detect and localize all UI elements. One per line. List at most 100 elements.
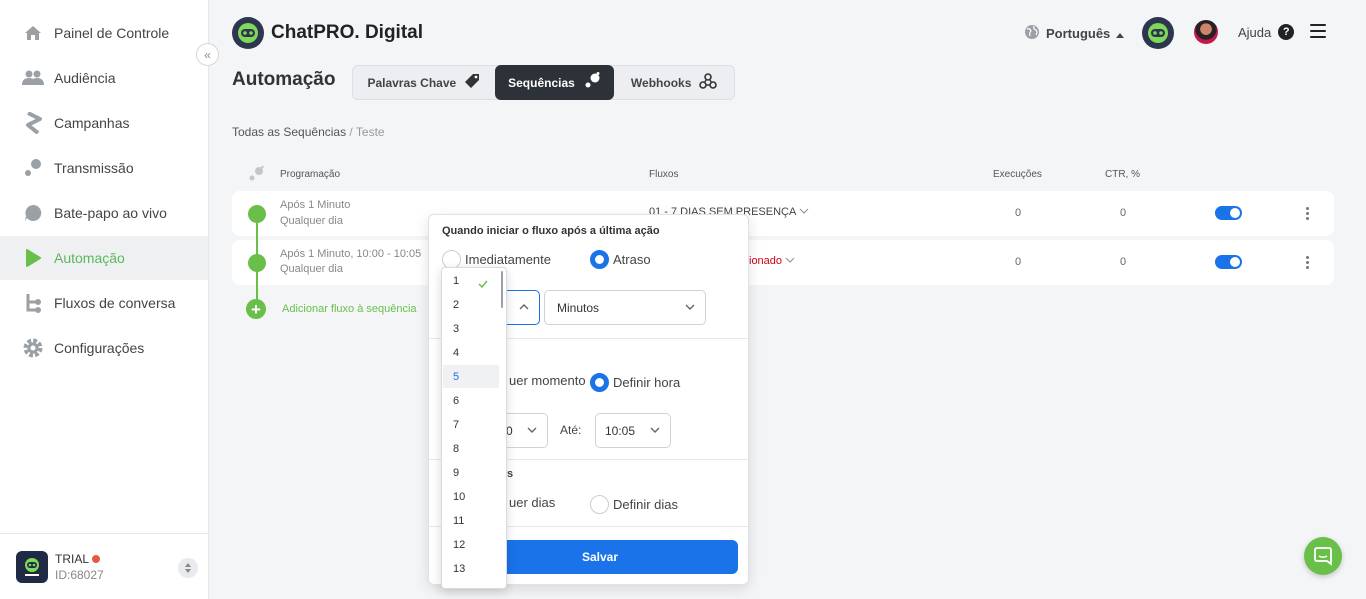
row-ctr: 0 [1120,256,1127,268]
sidebar-item-broadcast[interactable]: Transmissão [0,146,208,190]
radio-label: uer momento [509,373,586,388]
until-label: Até: [560,423,582,437]
tab-sequences[interactable]: Sequências [494,65,615,100]
dropdown-option[interactable]: 11 [443,509,499,532]
dropdown-option[interactable]: 2 [443,293,499,316]
sidebar-item-label: Audiência [54,70,116,86]
radio-circle [590,495,609,514]
kebab-menu-icon[interactable] [1306,256,1310,270]
until-time-select[interactable]: 10:05 [595,413,671,448]
row-flow-select[interactable]: ionado [749,255,795,267]
sidebar: Painel de Controle Audiência Campanhas T… [0,0,209,599]
radio-label: Atraso [613,252,651,267]
column-header-schedule: Programação [280,169,341,180]
double-chevron-left-icon: « [204,47,211,62]
help-link[interactable]: Ajuda ? [1238,24,1295,40]
dropdown-option[interactable]: 3 [443,317,499,340]
sidebar-item-label: Campanhas [54,115,130,131]
sidebar-item-label: Fluxos de conversa [54,295,176,311]
row-enabled-toggle[interactable] [1215,255,1242,269]
tab-label: Webhooks [630,75,692,90]
sidebar-item-label: Transmissão [54,160,134,176]
sidebar-item-automation[interactable]: Automação [0,236,208,280]
broadcast-icon [22,157,44,179]
language-label: Português [1046,26,1111,41]
caret-up-icon [1116,26,1125,41]
sidebar-item-campaigns[interactable]: Campanhas [0,101,208,145]
dropdown-option[interactable]: 8 [443,437,499,460]
breadcrumb-separator: / [349,125,353,139]
column-header-executions: Execuções [993,169,1042,180]
timeline-dot [248,205,266,223]
radio-delay[interactable]: Atraso [590,250,651,269]
collapse-sidebar-button[interactable]: « [196,43,219,66]
user-avatar[interactable] [1194,20,1218,44]
sidebar-item-label: Bate-papo ao vivo [54,205,167,221]
tab-keywords[interactable]: Palavras Chave [353,65,495,100]
dropdown-option[interactable]: 10 [443,485,499,508]
tab-webhooks[interactable]: Webhooks [614,65,734,100]
dropdown-option[interactable]: 14 [443,581,499,589]
sidebar-item-conversation-flows[interactable]: Fluxos de conversa [0,281,208,325]
dropdown-option[interactable]: 5 [443,365,499,388]
dropdown-option[interactable]: 9 [443,461,499,484]
home-icon [22,22,44,44]
brand-name: ChatPRO. Digital [271,22,424,43]
radio-set-days[interactable]: Definir dias [590,495,678,514]
help-label: Ajuda [1238,24,1272,40]
radio-set-time[interactable]: Definir hora [590,373,680,392]
chevron-down-icon [527,427,537,433]
add-flow-label: Adicionar fluxo à sequência [282,303,417,315]
radio-label: Imediatamente [465,252,551,267]
globe-icon [1024,24,1040,43]
account-switcher[interactable]: TRIAL ID:68027 [0,533,208,599]
radio-any-time[interactable]: uer momento [509,373,586,388]
chevron-down-icon [685,304,695,310]
sidebar-item-label: Painel de Controle [54,25,170,41]
column-header-flows: Fluxos [649,169,679,180]
dropdown-option[interactable]: 4 [443,341,499,364]
tab-label: Sequências [508,75,575,90]
row-schedule: Após 1 Minuto [280,199,351,211]
account-logo [16,550,48,583]
plus-icon: + [246,299,266,319]
sidebar-item-label: Configurações [54,340,145,356]
brand: ChatPRO. Digital [232,17,423,49]
automation-tabs: Palavras Chave Sequências Webhooks [352,65,735,100]
dropdown-option[interactable]: 7 [443,413,499,436]
breadcrumb-root[interactable]: Todas as Sequências [232,125,346,139]
bot-avatar-icon[interactable] [1142,17,1174,49]
plan-label: TRIAL [55,551,90,566]
dropdown-option[interactable]: 12 [443,533,499,556]
kebab-menu-icon[interactable] [1306,207,1310,221]
dropdown-option[interactable]: 13 [443,557,499,580]
radio-any-day[interactable]: uer dias [509,495,555,510]
select-value: 10:05 [605,423,636,438]
sidebar-item-settings[interactable]: Configurações [0,326,208,370]
delay-unit-select[interactable]: Minutos [544,290,706,325]
dropdown-option[interactable]: 1 [443,269,499,292]
breadcrumb-current: Teste [355,125,385,139]
chat-bubble-icon [22,202,44,224]
sequence-icon [583,72,601,93]
sidebar-item-audience[interactable]: Audiência [0,56,208,100]
sidebar-item-live-chat[interactable]: Bate-papo ao vivo [0,191,208,235]
row-executions: 0 [1015,256,1022,268]
breadcrumb: Todas as Sequências / Teste [232,125,385,139]
account-info: TRIAL ID:68027 [55,551,104,583]
dropdown-option[interactable]: 6 [443,389,499,412]
language-selector[interactable]: Português [1024,24,1125,43]
scrollbar[interactable] [501,271,503,308]
gear-icon [22,337,44,359]
select-value: 0 [506,423,513,438]
hamburger-menu-icon[interactable] [1310,24,1326,40]
page-title: Automação [232,69,336,90]
sidebar-item-dashboard[interactable]: Painel de Controle [0,11,208,55]
flow-icon [22,292,44,314]
row-enabled-toggle[interactable] [1215,206,1242,220]
row-schedule-days: Qualquer dia [280,263,343,275]
up-down-icon[interactable] [178,558,198,578]
add-flow-button[interactable]: + Adicionar fluxo à sequência [246,299,417,319]
support-chat-button[interactable] [1304,537,1342,575]
row-ctr: 0 [1120,207,1127,219]
